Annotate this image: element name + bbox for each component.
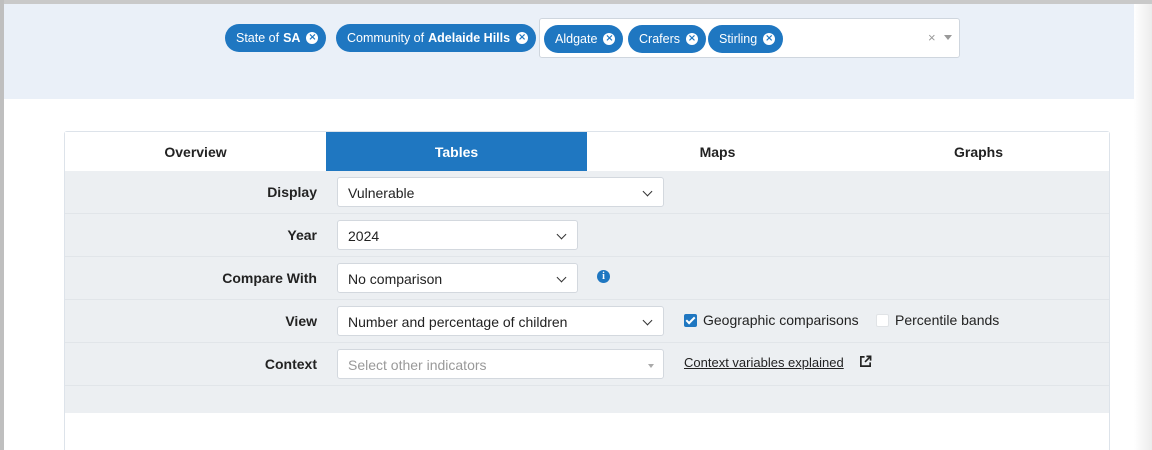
options-form: Display Vulnerable Year 2024 Compare Wit… (65, 171, 1109, 413)
location-chip-crafers[interactable]: Crafers × (628, 25, 706, 53)
geographic-comparisons-checkbox[interactable] (684, 314, 697, 327)
compare-value: No comparison (348, 271, 443, 287)
geographic-comparisons-label: Geographic comparisons (703, 312, 859, 328)
compare-label: Compare With (222, 270, 317, 286)
location-chip-aldgate[interactable]: Aldgate × (544, 25, 624, 53)
caret-down-icon (648, 364, 654, 368)
compare-select[interactable]: No comparison (337, 263, 578, 293)
info-icon[interactable]: i (597, 270, 610, 283)
context-label: Context (264, 356, 317, 372)
state-chip[interactable]: State of SA × (225, 24, 327, 52)
state-chip-name: SA (283, 31, 301, 45)
tab-tables[interactable]: Tables (326, 132, 587, 171)
year-value: 2024 (348, 228, 380, 244)
percentile-bands-label: Percentile bands (895, 312, 1000, 328)
window-shadow (1134, 4, 1152, 450)
remove-icon[interactable]: × (516, 32, 529, 44)
community-chip-prefix: Community of (347, 31, 425, 45)
filter-band: State of SA × Community of Adelaide Hill… (4, 4, 1134, 99)
chevron-down-icon (556, 272, 567, 283)
display-label: Display (267, 184, 317, 200)
chevron-down-icon (642, 186, 653, 197)
chevron-down-icon (556, 229, 567, 240)
display-row: Display Vulnerable (65, 171, 1109, 214)
location-multi-select[interactable]: Aldgate × Crafers × Stirling × × (539, 18, 960, 58)
clear-icon[interactable]: × (928, 30, 936, 45)
state-chip-prefix: State of (236, 31, 280, 45)
context-row: Context Select other indicators Context … (65, 343, 1109, 386)
community-chip-name: Adelaide Hills (428, 31, 511, 45)
display-value: Vulnerable (348, 185, 415, 201)
external-link-icon[interactable] (859, 355, 872, 368)
context-select[interactable]: Select other indicators (337, 349, 664, 379)
view-label: View (285, 313, 317, 329)
tab-overview[interactable]: Overview (65, 132, 326, 171)
content-card: Overview Tables Maps Graphs Display Vuln… (64, 131, 1110, 450)
community-chip[interactable]: Community of Adelaide Hills × (336, 24, 537, 52)
remove-icon[interactable]: × (685, 33, 698, 45)
location-chip-label: Aldgate (555, 32, 598, 46)
view-row: View Number and percentage of children G… (65, 300, 1109, 343)
location-chip-stirling[interactable]: Stirling × (708, 25, 784, 53)
context-variables-link[interactable]: Context variables explained (684, 355, 844, 370)
percentile-bands-checkbox[interactable] (876, 314, 889, 327)
remove-icon[interactable]: × (763, 33, 776, 45)
year-select[interactable]: 2024 (337, 220, 578, 250)
view-select[interactable]: Number and percentage of children (337, 306, 664, 336)
context-placeholder: Select other indicators (348, 357, 487, 373)
display-select[interactable]: Vulnerable (337, 177, 664, 207)
location-chip-label: Stirling (719, 32, 758, 46)
year-row: Year 2024 (65, 214, 1109, 257)
remove-icon[interactable]: × (306, 32, 319, 44)
tab-graphs[interactable]: Graphs (848, 132, 1109, 171)
tab-bar: Overview Tables Maps Graphs (65, 132, 1109, 171)
location-chip-label: Crafers (639, 32, 680, 46)
caret-down-icon[interactable] (944, 35, 952, 40)
remove-icon[interactable]: × (603, 33, 616, 45)
compare-row: Compare With No comparison i (65, 257, 1109, 300)
year-label: Year (287, 227, 317, 243)
tab-maps[interactable]: Maps (587, 132, 848, 171)
chevron-down-icon (642, 315, 653, 326)
view-value: Number and percentage of children (348, 314, 568, 330)
